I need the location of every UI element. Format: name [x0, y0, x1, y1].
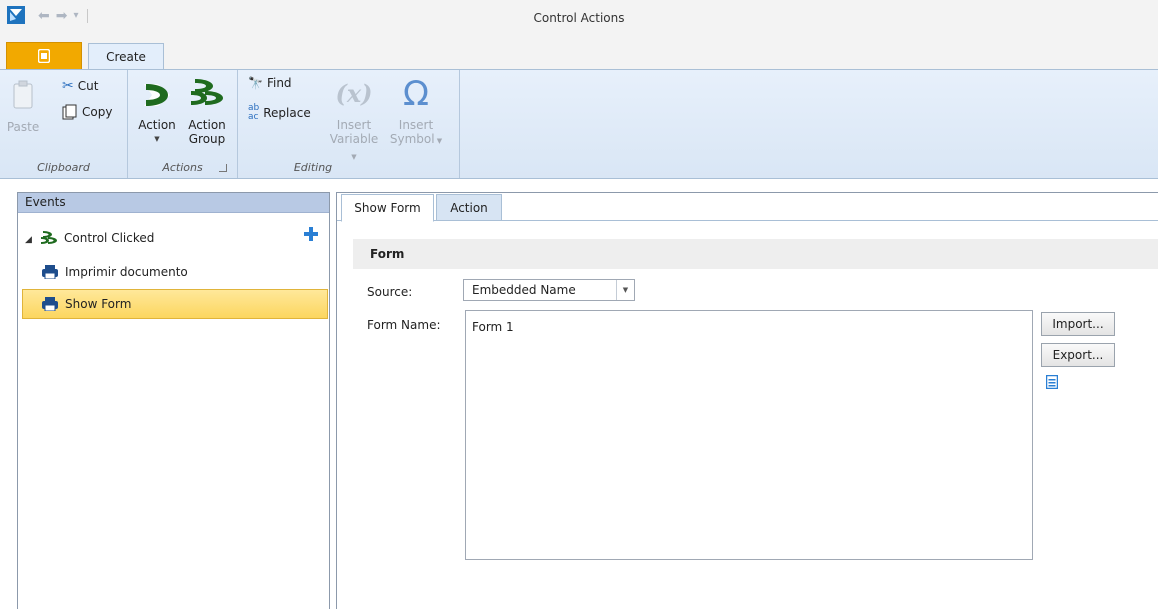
action-group-icon [191, 79, 223, 105]
file-tab[interactable] [6, 42, 82, 69]
tab-create[interactable]: Create [88, 43, 164, 70]
printer-icon [42, 265, 58, 279]
insert-variable-button[interactable]: (x) Insert Variable ▼ [326, 76, 382, 164]
source-select[interactable]: Embedded Name ▼ [463, 279, 635, 301]
binoculars-icon: 🔭 [248, 76, 263, 90]
clipboard-group-label: Clipboard [37, 161, 90, 174]
cut-button[interactable]: ✂ Cut [62, 78, 98, 94]
detail-panel-border [336, 192, 337, 609]
tree-item-imprimir-documento[interactable]: Imprimir documento [42, 257, 242, 287]
form-name-label: Form Name: [367, 318, 441, 332]
copy-icon [62, 104, 77, 120]
paste-button[interactable]: Paste [7, 80, 39, 134]
clipboard-group: Paste ✂ Cut Copy Clipboard [0, 70, 128, 178]
import-button[interactable]: Import... [1041, 312, 1115, 336]
export-button[interactable]: Export... [1041, 343, 1115, 367]
add-action-icon[interactable] [304, 227, 318, 241]
form-section-header: Form [353, 239, 1158, 269]
title-bar: ⬅ ➡ ▾ Control Actions [0, 0, 1158, 38]
replace-icon: ab ac [248, 103, 260, 122]
tab-show-form[interactable]: Show Form [341, 194, 434, 222]
action-icon [144, 84, 170, 106]
action-group-button[interactable]: Action Group [182, 76, 232, 146]
printer-icon [42, 297, 58, 311]
file-menu-icon [38, 49, 50, 63]
window-title: Control Actions [533, 11, 625, 25]
editing-group: 🔭 Find ab ac Replace (x) Insert Variable … [238, 70, 460, 178]
insert-symbol-button[interactable]: Ω Insert Symbol ▼ [386, 76, 446, 148]
tree-item-show-form[interactable]: Show Form [22, 289, 328, 319]
replace-button[interactable]: ab ac Replace [248, 104, 311, 122]
form-name-textarea[interactable]: Form 1 [465, 310, 1033, 560]
variable-icon: (x) [335, 79, 373, 108]
editing-group-label: Editing [293, 161, 333, 174]
collapse-arrow-icon[interactable]: ◢ [25, 235, 32, 245]
events-header: Events [18, 193, 329, 213]
source-select-value: Embedded Name [472, 283, 576, 297]
omega-icon: Ω [403, 74, 429, 114]
ribbon: Paste ✂ Cut Copy Clipboard Action ▼ Acti… [0, 69, 1158, 179]
action-dropdown-arrow: ▼ [154, 135, 160, 143]
tab-action[interactable]: Action [436, 194, 502, 221]
copy-button[interactable]: Copy [62, 104, 112, 120]
action-button[interactable]: Action ▼ [132, 78, 182, 146]
actions-dialog-launcher[interactable] [219, 164, 227, 172]
ribbon-tabs: Create [0, 38, 1158, 70]
find-button[interactable]: 🔭 Find [248, 76, 292, 90]
source-label: Source: [367, 285, 413, 299]
events-panel: Events ◢ Control Clicked Imprimir docume… [17, 192, 330, 609]
paste-icon [13, 80, 33, 109]
chevron-down-icon[interactable]: ▼ [616, 280, 634, 300]
detail-tabs: Show Form Action [337, 193, 1158, 222]
actions-group: Action ▼ Action Group Actions [128, 70, 238, 178]
action-group-icon [41, 231, 57, 244]
scissors-icon: ✂ [62, 78, 74, 94]
tree-item-control-clicked[interactable]: Control Clicked [40, 223, 240, 253]
list-icon[interactable] [1046, 375, 1058, 389]
